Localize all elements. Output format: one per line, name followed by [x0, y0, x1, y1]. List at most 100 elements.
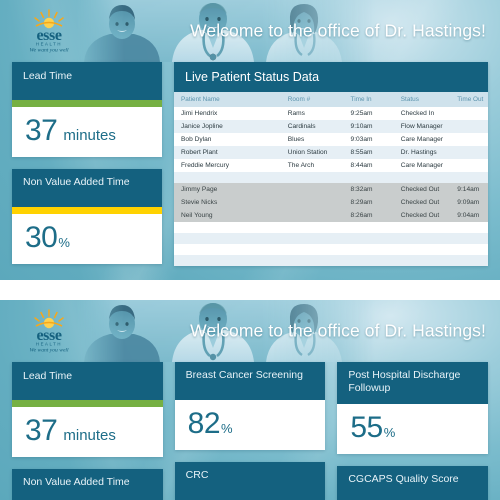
cell-time-out [450, 133, 488, 146]
kpi-card-post-hospital-discharge-followup[interactable]: Post Hospital Discharge Followup 55 % [337, 362, 489, 454]
cell-empty [393, 244, 451, 255]
esse-health-logo[interactable]: esse HEALTH We want you well [16, 309, 82, 353]
cell-empty [393, 233, 451, 244]
cell-status: Checked Out [393, 196, 451, 209]
cell-status: Checked Out [393, 209, 451, 222]
dashboard-screen-top: esse HEALTH We want you well Welcome to … [0, 0, 500, 280]
table-row[interactable]: Robert Plant Union Station 8:55am Dr. Ha… [174, 146, 488, 159]
kpi-card-lead-time[interactable]: Lead Time 37 minutes [12, 362, 163, 457]
kpi-card-body: 82 % [174, 400, 326, 450]
table-row-empty [174, 255, 488, 266]
cell-time-in: 9:25am [343, 107, 394, 120]
kpi-value: 30 [25, 221, 58, 254]
table-head: Patient Name Room # Time In Status Time … [174, 92, 488, 107]
cell-empty [393, 222, 451, 233]
kpi-unit: minutes [63, 127, 116, 144]
cell-empty [343, 244, 394, 255]
cell-empty [343, 222, 394, 233]
kpi-unit: % [383, 425, 396, 440]
kpi-value: 55 [350, 411, 383, 444]
cell-empty [393, 255, 451, 266]
kpi-unit: minutes [63, 427, 116, 444]
kpi-card-non-value-added-time[interactable]: Non Value Added Time 30 % [12, 169, 162, 264]
cell-time-in: 9:10am [343, 120, 394, 133]
kpi-value: 37 [25, 114, 58, 147]
live-patient-status-table[interactable]: Live Patient Status Data Patient Name Ro… [174, 62, 488, 266]
kpi-card-crc[interactable]: CRC [174, 462, 326, 500]
sunrise-icon [34, 9, 64, 29]
svg-text:HEALTH: HEALTH [36, 342, 62, 347]
table-row[interactable]: Janice Jopline Cardinals 9:10am Flow Man… [174, 120, 488, 133]
col-header-status: Status [393, 92, 451, 107]
table-title: Live Patient Status Data [174, 62, 488, 92]
cell-empty [174, 244, 281, 255]
cell-patient-name: Robert Plant [174, 146, 281, 159]
cell-empty [450, 172, 488, 183]
kpi-card-cgcaps-quality-score[interactable]: CGCAPS Quality Score [337, 466, 489, 500]
cell-time-in: 8:32am [343, 183, 394, 196]
cell-time-out: 9:09am [450, 196, 488, 209]
cell-status: Checked In [393, 107, 451, 120]
kpi-card-lead-time[interactable]: Lead Time 37 minutes [12, 62, 162, 157]
kpi-card-non-value-added-time[interactable]: Non Value Added Time [12, 469, 163, 500]
cell-time-in: 8:44am [343, 159, 394, 172]
kpi-value: 37 [25, 414, 58, 447]
table-row-empty [174, 233, 488, 244]
cell-room [280, 183, 344, 196]
kpi-card-breast-cancer-screening[interactable]: Breast Cancer Screening 82 % [174, 362, 326, 450]
table-row-checked-out[interactable]: Stevie Nicks 8:29am Checked Out 9:09am [174, 196, 488, 209]
cell-empty [280, 233, 344, 244]
header-bar-bottom: esse HEALTH We want you well Welcome to … [0, 300, 500, 362]
table-row-empty [174, 244, 488, 255]
cell-room: Blues [280, 133, 344, 146]
cell-empty [280, 172, 344, 183]
table-row[interactable]: Jimi Hendrix Rams 9:25am Checked In [174, 107, 488, 120]
cell-empty [450, 233, 488, 244]
table-row-empty [174, 172, 488, 183]
patient-table[interactable]: Patient Name Room # Time In Status Time … [174, 92, 488, 266]
table-row[interactable]: Freddie Mercury The Arch 8:44am Care Man… [174, 159, 488, 172]
cell-time-in: 8:29am [343, 196, 394, 209]
table-row-checked-out[interactable]: Jimmy Page 8:32am Checked Out 9:14am [174, 183, 488, 196]
cell-status: Flow Manager [393, 120, 451, 133]
col-header-patient-name: Patient Name [174, 92, 281, 107]
col-header-time-out: Time Out [450, 92, 488, 107]
cell-empty [343, 233, 394, 244]
svg-text:We want you well: We want you well [29, 48, 69, 54]
cell-room [280, 209, 344, 222]
cell-status: Checked Out [393, 183, 451, 196]
cell-empty [280, 244, 344, 255]
cell-patient-name: Jimi Hendrix [174, 107, 281, 120]
cell-status: Care Manager [393, 133, 451, 146]
bottom-dashboard-body: Lead Time 37 minutes Non Value Added Tim… [0, 362, 500, 500]
cell-patient-name: Neil Young [174, 209, 281, 222]
cell-time-out [450, 146, 488, 159]
cell-patient-name: Stevie Nicks [174, 196, 281, 209]
accent-bar-green [12, 400, 163, 407]
cell-empty [450, 222, 488, 233]
top-dashboard-body: Lead Time 37 minutes Non Value Added Tim… [0, 62, 500, 266]
page-title-bottom: Welcome to the office of Dr. Hastings! [190, 320, 486, 341]
cell-time-out: 9:14am [450, 183, 488, 196]
kpi-card-title: Non Value Added Time [12, 169, 162, 207]
cell-patient-name: Bob Dylan [174, 133, 281, 146]
kpi-unit: % [58, 235, 70, 250]
cell-empty [450, 244, 488, 255]
esse-health-logo[interactable]: esse HEALTH We want you well [16, 9, 82, 53]
kpi-card-title: Non Value Added Time [12, 469, 163, 500]
kpi-card-body: 37 minutes [12, 407, 163, 457]
table-header-row: Patient Name Room # Time In Status Time … [174, 92, 488, 107]
kpi-column-1: Lead Time 37 minutes Non Value Added Tim… [12, 362, 163, 500]
cell-empty [174, 255, 281, 266]
kpi-column-3: Post Hospital Discharge Followup 55 % CG… [337, 362, 489, 500]
kpi-value: 82 [187, 407, 221, 440]
screenshot-separator [0, 280, 500, 300]
table-row-checked-out[interactable]: Neil Young 8:26am Checked Out 9:04am [174, 209, 488, 222]
kpi-card-title: CGCAPS Quality Score [337, 466, 489, 500]
kpi-unit: % [221, 421, 233, 436]
cell-time-out [450, 159, 488, 172]
cell-room: Rams [280, 107, 344, 120]
cell-empty [343, 172, 394, 183]
table-row[interactable]: Bob Dylan Blues 9:03am Care Manager [174, 133, 488, 146]
cell-patient-name: Jimmy Page [174, 183, 281, 196]
